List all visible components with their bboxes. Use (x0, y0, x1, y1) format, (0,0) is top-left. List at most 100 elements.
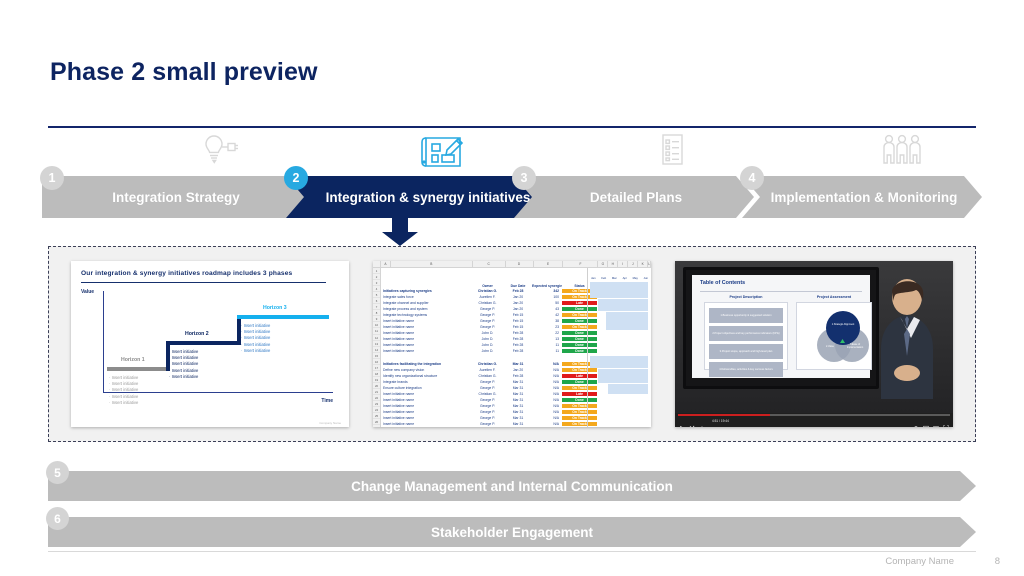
preview-thumbnail-roadmap[interactable]: Our integration & synergy initiatives ro… (71, 261, 349, 427)
video-controls-bar[interactable]: 4:51 / 19:44 (675, 413, 953, 427)
roadmap-items-horizon-3: Insert initiativeInsert initiativeInsert… (241, 323, 271, 354)
bottom-bar-stakeholder-engagement[interactable]: Stakeholder Engagement 6 (46, 507, 976, 547)
process-step-3-label: Detailed Plans (589, 189, 683, 205)
row-due: Mar 31 (512, 403, 524, 408)
row-synergies: 23 (555, 325, 559, 330)
row-name: Insert initiative name (383, 319, 415, 324)
presenter-person (869, 271, 945, 399)
row-owner: John D. (481, 349, 494, 354)
col-G: G (598, 261, 609, 267)
roadmap-x-axis-label: Time (321, 398, 333, 404)
process-step-4-badge: 4 (740, 166, 764, 190)
row-synergies: N/A (553, 379, 559, 384)
blueprint-pencil-icon (416, 130, 474, 174)
row-synergies: 38 (555, 319, 559, 324)
row-synergies: 22 (555, 331, 559, 336)
theater-mode-icon[interactable] (933, 418, 939, 427)
section-synergies: 342 (553, 289, 559, 294)
process-chevron-bar: Integration Strategy 1 Integration & syn… (40, 130, 982, 222)
col-J: J (628, 261, 639, 267)
row-owner: George P. (479, 416, 496, 420)
roadmap-label-horizon-3: Horizon 3 (263, 305, 287, 311)
row-name: Integrate sales force (383, 295, 414, 300)
col-A: A (381, 261, 391, 267)
roadmap-items-horizon-2: Insert initiativeInsert initiativeInsert… (169, 349, 199, 380)
row-synergies: 100 (553, 295, 559, 300)
section-due: Feb 28 (512, 289, 524, 294)
roadmap-title: Our integration & synergy initiatives ro… (81, 270, 293, 277)
fullscreen-icon[interactable] (943, 418, 949, 427)
roadmap-bar-horizon-1 (107, 367, 169, 371)
row-synergies: 43 (555, 307, 559, 312)
gantt-month: Apr (622, 276, 627, 280)
video-progress-bar[interactable] (678, 414, 950, 416)
row-due: Feb 28 (512, 331, 524, 336)
video-controls-left: 4:51 / 19:44 (679, 418, 729, 427)
row-name: Insert initiative name (383, 397, 415, 402)
row-due: Jan 20 (512, 301, 524, 306)
row-due: Mar 31 (512, 385, 524, 390)
gantt-month: May (632, 276, 638, 280)
gantt-month-headers: Jan Feb Mar Apr May Jun (588, 268, 651, 280)
row-synergies: 50 (555, 301, 559, 306)
row-owner: George P. (479, 307, 496, 312)
process-step-3-badge: 3 (512, 166, 536, 190)
row-name: Integrate channel and supplier (383, 301, 429, 306)
row-synergies: 42 (555, 313, 559, 318)
slide-content: Table of Contents Project Description 1.… (692, 275, 872, 378)
row-synergies: N/A (553, 385, 559, 390)
row-name: Insert initiative name (383, 416, 415, 420)
roadmap-y-axis (103, 291, 104, 393)
row-synergies: N/A (553, 373, 559, 378)
toc-item: 1.Business opportunity & suggested solut… (709, 308, 783, 323)
roadmap-label-horizon-1: Horizon 1 (121, 357, 145, 363)
process-step-4[interactable]: Implementation & Monitoring 4 (740, 166, 982, 218)
presentation-screen: Table of Contents Project Description 1.… (683, 267, 879, 389)
row-name: Define new company vision (383, 367, 425, 372)
page-title: Phase 2 small preview (50, 58, 318, 86)
video-scene: Table of Contents Project Description 1.… (675, 261, 953, 413)
preview-thumbnail-tracker[interactable]: A B C D E F G H I J K L 12345678 9 10 11… (373, 261, 651, 427)
gear-icon[interactable] (913, 418, 919, 427)
process-step-1[interactable]: Integration Strategy 1 (40, 166, 306, 218)
process-step-3[interactable]: Detailed Plans 3 (512, 166, 754, 218)
roadmap-bar-horizon-3 (237, 315, 329, 319)
section-due: Mar 31 (512, 361, 524, 366)
bottom-bar-change-management[interactable]: Change Management and Internal Communica… (46, 461, 976, 501)
process-step-1-body: Integration Strategy (42, 176, 306, 218)
next-icon[interactable] (689, 418, 695, 427)
row-owner: George P. (479, 403, 496, 408)
roadmap-items-horizon-1: Insert initiativeInsert initiativeInsert… (109, 375, 139, 406)
gantt-month: Feb (601, 276, 607, 280)
row-name: Insert initiative name (383, 349, 415, 354)
miniplayer-icon[interactable] (923, 418, 929, 427)
col-F: F (563, 261, 599, 267)
row-due: Feb 15 (512, 325, 524, 330)
roadmap-bar-horizon-2 (166, 341, 240, 345)
initiative-tracker-spreadsheet: A B C D E F G H I J K L 12345678 9 10 11… (373, 261, 651, 427)
col-I: I (618, 261, 629, 267)
process-step-1-label: Integration Strategy (112, 189, 240, 205)
row-name: Identify new organizational structure (383, 373, 438, 378)
process-step-4-body: Implementation & Monitoring (742, 176, 982, 218)
bottom-bar-5-badge: 5 (46, 461, 69, 484)
preview-thumbnail-video[interactable]: Table of Contents Project Description 1.… (675, 261, 953, 427)
row-owner: George P. (479, 313, 496, 318)
gantt-bar (590, 282, 648, 298)
row-synergies: N/A (553, 422, 559, 427)
section-synergies: N/A (553, 361, 559, 366)
volume-icon[interactable] (699, 418, 705, 427)
footer-company-name: Company Name (885, 556, 954, 567)
slide-canvas: Phase 2 small preview Integration Strate… (0, 0, 1024, 576)
row-name: Integrate technology systems (383, 313, 428, 318)
roadmap-title-divider (81, 282, 327, 283)
venn-label-strategic-alignment: 1.Strategic Alignment (831, 323, 855, 326)
toc-title: Table of Contents (700, 280, 746, 286)
play-icon[interactable] (679, 418, 685, 427)
col-H: H (608, 261, 619, 267)
row-synergies: N/A (553, 416, 559, 420)
row-name: Insert initiative name (383, 391, 415, 396)
video-player[interactable]: Table of Contents Project Description 1.… (675, 261, 953, 427)
toc-item: 3.Project scope, approach and high-level… (709, 344, 783, 359)
row-synergies: N/A (553, 391, 559, 396)
